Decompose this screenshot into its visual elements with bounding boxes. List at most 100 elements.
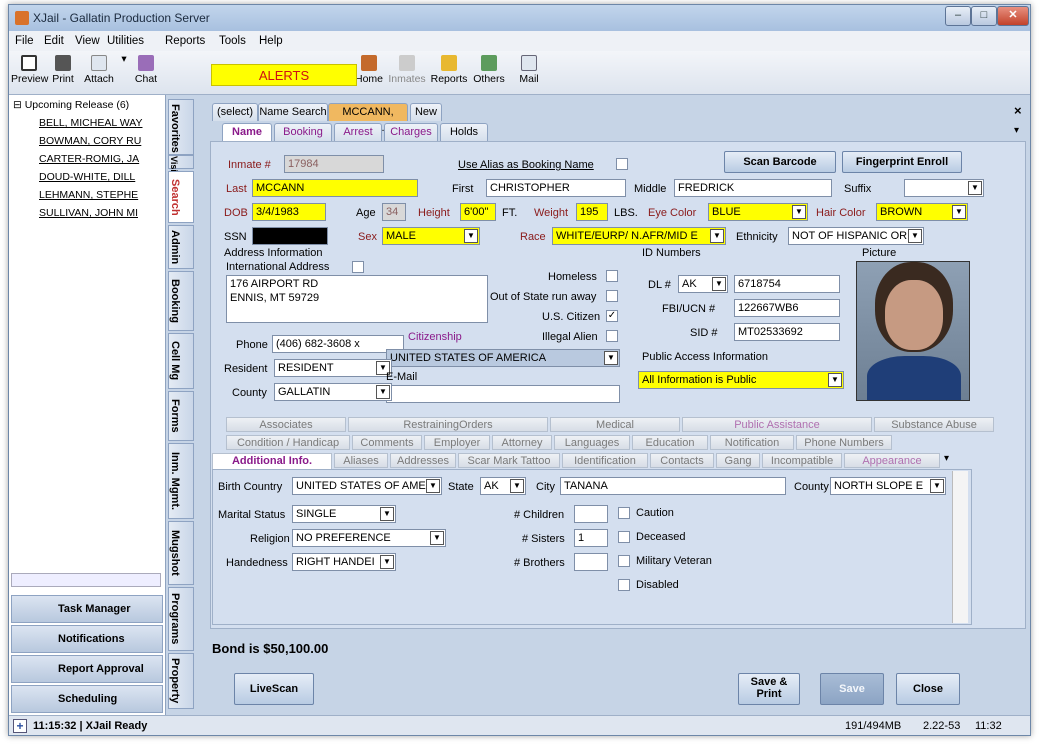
address-field[interactable]: 176 AIRPORT RD ENNIS, MT 59729 xyxy=(226,275,488,323)
additional-scrollbar[interactable] xyxy=(952,471,968,623)
close-button[interactable]: Close xyxy=(896,673,960,705)
release-item[interactable]: CARTER-ROMIG, JA xyxy=(39,153,166,165)
tab-new[interactable]: New xyxy=(410,103,442,121)
caution-checkbox[interactable] xyxy=(618,507,630,519)
marital-status-select[interactable]: SINGLE ▼ xyxy=(292,505,396,523)
close-window-button[interactable]: ✕ xyxy=(997,6,1029,26)
ethnicity-select[interactable]: NOT OF HISPANIC ORIGI ▼ xyxy=(788,227,924,245)
subtab-incompatible[interactable]: Incompatible xyxy=(762,453,842,468)
first-name-field[interactable]: CHRISTOPHER xyxy=(486,179,626,197)
sid-field[interactable]: MT02533692 xyxy=(734,323,840,341)
vtab-forms[interactable]: Forms xyxy=(168,391,194,441)
tab-booking[interactable]: Booking xyxy=(274,123,332,141)
task-manager-button[interactable]: Task Manager xyxy=(11,595,163,623)
subtab-addresses[interactable]: Addresses xyxy=(390,453,456,468)
release-item[interactable]: BOWMAN, CORY RU xyxy=(39,135,166,147)
children-field[interactable] xyxy=(574,505,608,523)
subtab-aliases[interactable]: Aliases xyxy=(334,453,388,468)
attach-button[interactable]: Attach xyxy=(81,53,117,85)
scan-barcode-button[interactable]: Scan Barcode xyxy=(724,151,836,173)
release-item[interactable]: DOUD-WHITE, DILL xyxy=(39,171,166,183)
vtab-cell-mg[interactable]: Cell Mg xyxy=(168,333,194,389)
release-item[interactable]: SULLIVAN, JOHN MI xyxy=(39,207,166,219)
eye-color-select[interactable]: BLUE ▼ xyxy=(708,203,808,221)
runaway-checkbox[interactable] xyxy=(606,290,618,302)
vtab-search[interactable]: Search xyxy=(168,171,194,223)
sex-select[interactable]: MALE ▼ xyxy=(382,227,480,245)
tab-name[interactable]: Name xyxy=(222,123,272,141)
report-approval-button[interactable]: Report Approval xyxy=(11,655,163,683)
inmate-field[interactable]: 17984 xyxy=(284,155,384,173)
inmates-button[interactable]: Inmates xyxy=(387,53,427,85)
citizenship-select[interactable]: UNITED STATES OF AMERICA ▼ xyxy=(386,349,620,367)
deceased-checkbox[interactable] xyxy=(618,531,630,543)
disabled-checkbox[interactable] xyxy=(618,579,630,591)
expand-icon[interactable]: + xyxy=(13,719,27,733)
subtab-languages[interactable]: Languages xyxy=(554,435,630,450)
save-print-button[interactable]: Save & Print xyxy=(738,673,800,705)
home-button[interactable]: Home xyxy=(353,53,385,85)
subtab-restraining-orders[interactable]: RestrainingOrders xyxy=(348,417,548,432)
subtab-associates[interactable]: Associates xyxy=(226,417,346,432)
notifications-button[interactable]: Notifications xyxy=(11,625,163,653)
public-access-select[interactable]: All Information is Public ▼ xyxy=(638,371,844,389)
alerts-button[interactable]: ALERTS xyxy=(211,64,357,86)
preview-button[interactable]: Preview xyxy=(11,53,48,85)
vtab-property[interactable]: Property xyxy=(168,653,194,709)
menu-view[interactable]: View xyxy=(75,35,100,47)
print-button[interactable]: Print xyxy=(49,53,77,85)
vtab-inm-mgmt[interactable]: Inm. Mgmt. xyxy=(168,443,194,519)
subtab-identification[interactable]: Identification xyxy=(562,453,648,468)
dl-number-field[interactable]: 6718754 xyxy=(734,275,840,293)
sisters-field[interactable]: 1 xyxy=(574,529,608,547)
brothers-field[interactable] xyxy=(574,553,608,571)
subtab-comments[interactable]: Comments xyxy=(352,435,422,450)
race-select[interactable]: WHITE/EURP/ N.AFR/MID E ▼ xyxy=(552,227,726,245)
subtab-phone-numbers[interactable]: Phone Numbers xyxy=(796,435,892,450)
mail-button[interactable]: Mail xyxy=(515,53,543,85)
homeless-checkbox[interactable] xyxy=(606,270,618,282)
menu-tools[interactable]: Tools xyxy=(219,35,246,47)
tree-root[interactable]: ⊟ Upcoming Release (6) xyxy=(13,99,129,111)
maximize-button[interactable]: □ xyxy=(971,6,997,26)
vtab-admin[interactable]: Admin xyxy=(168,225,194,269)
fbi-field[interactable]: 122667WB6 xyxy=(734,299,840,317)
tab-select[interactable]: (select) xyxy=(212,103,258,121)
menu-file[interactable]: File xyxy=(15,35,34,47)
state-select[interactable]: AK ▼ xyxy=(480,477,526,495)
city-field[interactable]: TANANA xyxy=(560,477,786,495)
subtab-public-assistance[interactable]: Public Assistance xyxy=(682,417,872,432)
release-item[interactable]: LEHMANN, STEPHE xyxy=(39,189,166,201)
vtab-favorites[interactable]: Favorites xyxy=(168,99,194,155)
release-item[interactable]: BELL, MICHEAL WAY xyxy=(39,117,166,129)
subtab-scar-mark-tattoo[interactable]: Scar Mark Tattoo xyxy=(458,453,560,468)
subtab-education[interactable]: Education xyxy=(632,435,708,450)
subtab-appearance[interactable]: Appearance xyxy=(844,453,940,468)
suffix-select[interactable]: ▼ xyxy=(904,179,984,197)
others-button[interactable]: Others xyxy=(471,53,507,85)
resident-select[interactable]: RESIDENT ▼ xyxy=(274,359,392,377)
vtab-mugshot[interactable]: Mugshot xyxy=(168,521,194,585)
subtab-notification[interactable]: Notification xyxy=(710,435,794,450)
minimize-button[interactable]: – xyxy=(945,6,971,26)
tab-charges[interactable]: Charges xyxy=(384,123,438,141)
weight-field[interactable]: 195 xyxy=(576,203,608,221)
attach-dropdown[interactable]: ▾ xyxy=(119,53,129,65)
subtab-contacts[interactable]: Contacts xyxy=(650,453,714,468)
tab-name-search[interactable]: Name Search xyxy=(258,103,328,121)
menu-edit[interactable]: Edit xyxy=(44,35,64,47)
horizontal-scrollbar[interactable] xyxy=(11,573,161,587)
chat-button[interactable]: Chat xyxy=(131,53,161,85)
subtab-additional-info[interactable]: Additional Info. xyxy=(212,453,332,470)
handedness-select[interactable]: RIGHT HANDEI ▼ xyxy=(292,553,396,571)
menu-reports[interactable]: Reports xyxy=(165,35,205,47)
subtab-condition-handicap[interactable]: Condition / Handicap xyxy=(226,435,350,450)
tab-menu-icon[interactable]: ▾ xyxy=(1014,125,1019,136)
subtab-attorney[interactable]: Attorney xyxy=(492,435,552,450)
scheduling-button[interactable]: Scheduling xyxy=(11,685,163,713)
dl-state-select[interactable]: AK ▼ xyxy=(678,275,728,293)
hair-color-select[interactable]: BROWN ▼ xyxy=(876,203,968,221)
tab-arrest[interactable]: Arrest xyxy=(334,123,382,141)
middle-name-field[interactable]: FREDRICK xyxy=(674,179,832,197)
vtab-visitation[interactable]: Visitation xyxy=(168,155,194,196)
